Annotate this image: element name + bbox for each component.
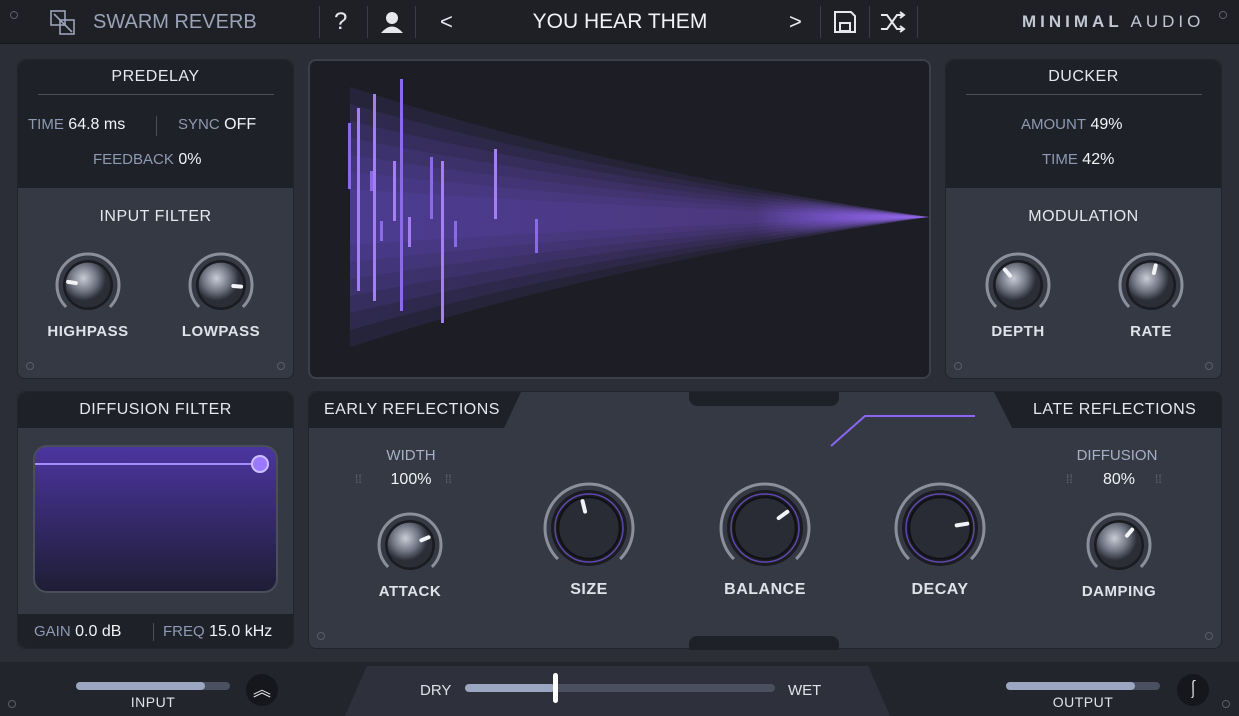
dry-wet-slider[interactable] [465,684,775,692]
diffusion-value[interactable]: 80% [1069,471,1169,489]
width-label: WIDTH [361,447,461,464]
balance-knob[interactable] [717,480,813,581]
reverb-visualizer [308,59,931,379]
early-reflections-title: EARLY REFLECTIONS [324,401,500,419]
preset-name[interactable]: YOU HEAR THEM [470,10,770,34]
rate-knob[interactable] [1116,250,1186,325]
late-reflections-title: LATE REFLECTIONS [1033,401,1196,419]
save-icon[interactable] [833,10,857,34]
output-label: OUTPUT [1033,694,1133,710]
damping-label: DAMPING [1069,583,1169,600]
ducker-time[interactable]: TIME 42% [1042,151,1114,169]
balance-label: BALANCE [715,581,815,599]
input-label: INPUT [103,694,203,710]
damping-knob[interactable] [1084,510,1154,585]
ducker-title: DUCKER [946,68,1221,86]
ducker-panel: DUCKER AMOUNT 49% TIME 42% MODULATION DE… [945,59,1222,379]
output-slider[interactable] [1006,682,1160,690]
screw-dot [10,11,18,19]
highpass-label: HIGHPASS [38,323,138,340]
attack-knob[interactable] [375,510,445,585]
diffusion-label: DIFFUSION [1067,447,1167,464]
reflections-panel: EARLY REFLECTIONS LATE REFLECTIONS WIDTH… [308,391,1222,649]
chevrons-up-icon[interactable]: ︽ [246,674,278,706]
highpass-knob[interactable] [53,250,123,325]
dry-label: DRY [420,682,451,699]
decay-knob[interactable] [892,480,988,581]
rate-label: RATE [1101,323,1201,340]
lowpass-label: LOWPASS [171,323,271,340]
footer: INPUT ︽ DRY WET OUTPUT ⎰ [0,662,1239,716]
ducker-amount[interactable]: AMOUNT 49% [1021,116,1122,134]
attack-label: ATTACK [360,583,460,600]
screw-dot [1219,11,1227,19]
clipper-curve-icon[interactable]: ⎰ [1177,674,1209,706]
diffusion-filter-panel: DIFFUSION FILTER GAIN 0.0 dB FREQ 15.0 k… [17,391,294,649]
wet-label: WET [788,682,821,699]
prev-preset-button[interactable]: < [440,9,453,35]
brand-logo: MINIMAL AUDIO [1022,12,1204,32]
lowpass-knob[interactable] [186,250,256,325]
filter-handle[interactable] [251,455,269,473]
depth-label: DEPTH [968,323,1068,340]
size-knob[interactable] [541,480,637,581]
diffusion-filter-title: DIFFUSION FILTER [18,401,293,419]
depth-knob[interactable] [983,250,1053,325]
input-slider[interactable] [76,682,230,690]
help-button[interactable]: ? [334,8,347,36]
plugin-title: SWARM REVERB [93,11,257,34]
size-label: SIZE [539,581,639,599]
predelay-panel: PREDELAY TIME 64.8 ms SYNC OFF FEEDBACK … [17,59,294,379]
user-icon[interactable] [380,10,404,34]
decay-label: DECAY [890,581,990,599]
next-preset-button[interactable]: > [789,9,802,35]
predelay-sync[interactable]: SYNC OFF [178,116,256,134]
predelay-time[interactable]: TIME 64.8 ms [28,116,125,134]
diffusion-freq[interactable]: FREQ 15.0 kHz [163,623,272,641]
header: SWARM REVERB ? < YOU HEAR THEM > MINIMAL… [0,0,1239,44]
diffusion-gain[interactable]: GAIN 0.0 dB [34,623,121,641]
predelay-title: PREDELAY [18,68,293,86]
dry-wet-handle[interactable] [553,673,558,703]
modulation-title: MODULATION [946,208,1221,226]
input-filter-title: INPUT FILTER [18,208,293,226]
predelay-feedback[interactable]: FEEDBACK 0% [93,151,201,169]
logo-icon [50,10,76,36]
filter-curve-display[interactable] [33,445,278,593]
shuffle-icon[interactable] [880,10,906,34]
